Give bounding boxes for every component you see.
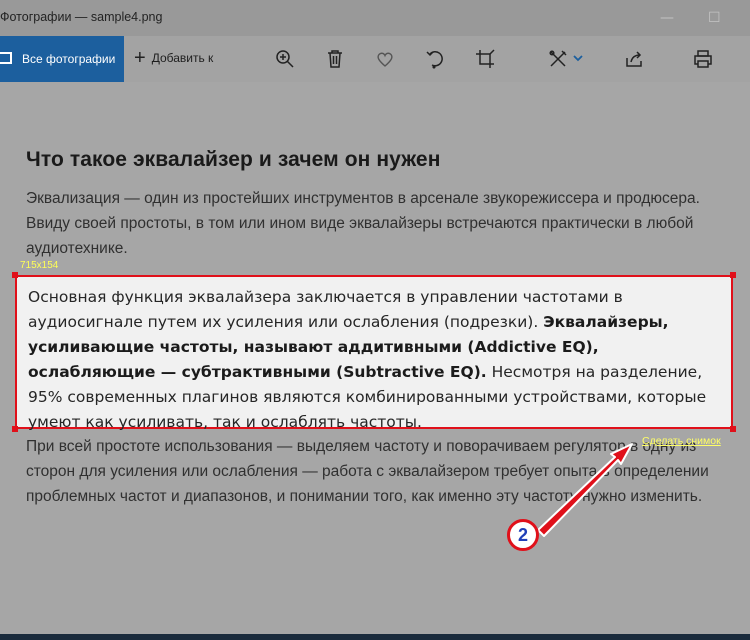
plus-icon: + bbox=[134, 47, 146, 69]
rotate-icon[interactable] bbox=[424, 48, 446, 70]
image-viewport: Что такое эквалайзер и зачем он нужен Эк… bbox=[0, 82, 750, 640]
step-number-badge: 2 bbox=[507, 519, 539, 551]
selection-handle-top-right[interactable] bbox=[730, 272, 736, 278]
crop-icon[interactable] bbox=[474, 48, 496, 70]
capture-selection[interactable]: Основная функция эквалайзера заключается… bbox=[15, 275, 733, 431]
minimize-button[interactable]: — bbox=[660, 10, 674, 26]
selected-paragraph: Основная функция эквалайзера заключается… bbox=[28, 285, 722, 435]
delete-icon[interactable] bbox=[324, 48, 346, 70]
print-icon[interactable] bbox=[692, 48, 714, 70]
selection-handle-bottom-right[interactable] bbox=[730, 426, 736, 432]
taskbar-edge bbox=[0, 634, 750, 640]
add-to-button[interactable]: + Добавить к bbox=[134, 48, 213, 68]
selected-text-1: Основная функция эквалайзера заключается… bbox=[28, 288, 623, 331]
favorite-icon[interactable] bbox=[374, 48, 396, 70]
photo-icon bbox=[0, 52, 12, 64]
selection-handle-bottom-left[interactable] bbox=[12, 426, 18, 432]
article-heading: Что такое эквалайзер и зачем он нужен bbox=[26, 148, 441, 171]
all-photos-button[interactable]: Все фотографии bbox=[0, 36, 124, 82]
toolbar: Все фотографии + Добавить к bbox=[0, 36, 750, 82]
title-bar: Фотографии — sample4.png — ☐ bbox=[0, 0, 750, 36]
window-title: Фотографии — sample4.png bbox=[0, 10, 163, 24]
chevron-down-icon[interactable] bbox=[572, 48, 584, 70]
zoom-in-icon[interactable] bbox=[274, 48, 296, 70]
maximize-button[interactable]: ☐ bbox=[708, 10, 721, 26]
all-photos-label: Все фотографии bbox=[22, 52, 116, 66]
article-paragraph-1: Эквализация — один из простейших инструм… bbox=[26, 190, 700, 257]
add-to-label: Добавить к bbox=[151, 51, 214, 65]
selection-handle-top-left[interactable] bbox=[12, 272, 18, 278]
edit-icon[interactable] bbox=[547, 48, 569, 70]
share-icon[interactable] bbox=[623, 48, 645, 70]
selection-size-label: 715x154 bbox=[20, 260, 59, 271]
photos-app-window: Фотографии — sample4.png — ☐ Все фотогра… bbox=[0, 0, 750, 640]
